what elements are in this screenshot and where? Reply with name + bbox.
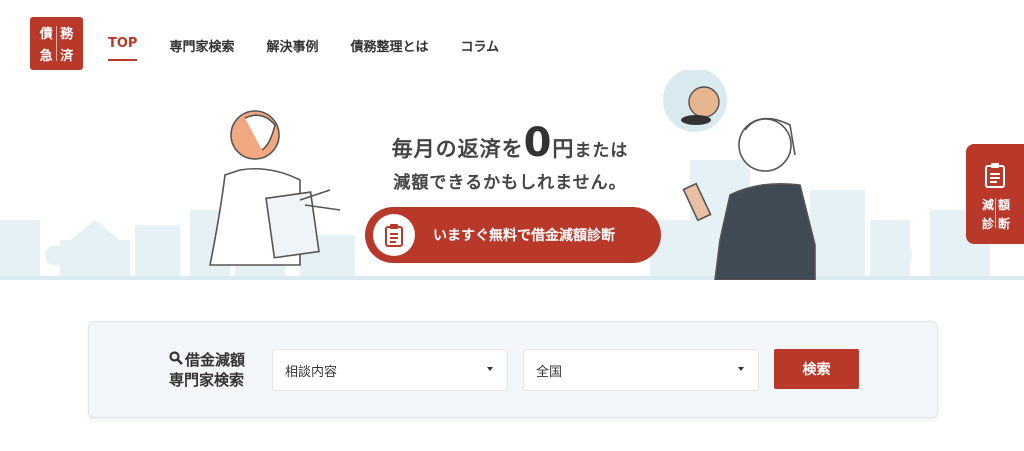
region-select[interactable]: 全国 bbox=[523, 349, 759, 391]
headline-line-1: 毎月の返済を0円または bbox=[391, 120, 629, 166]
cta-label: いますぐ無料で借金減額診断 bbox=[433, 228, 615, 244]
logo-char: 急 bbox=[39, 49, 53, 65]
dropdown-arrow-icon bbox=[738, 367, 744, 371]
side-diagnosis-tab[interactable]: 減 額 診 断 bbox=[966, 144, 1024, 244]
search-button[interactable]: 検索 bbox=[774, 349, 859, 389]
consultation-type-select[interactable]: 相談内容 bbox=[272, 349, 508, 391]
nav-item-column[interactable]: コラム bbox=[461, 36, 500, 55]
hero-section: 毎月の返済を0円または 減額できるかもしれません。 いますぐ無料で借金減額診断 bbox=[0, 70, 1024, 280]
nav-item-case-studies[interactable]: 解決事例 bbox=[266, 36, 318, 55]
nav-item-expert-search[interactable]: 専門家検索 bbox=[169, 36, 234, 55]
main-nav: TOP 専門家検索 解決事例 債務整理とは コラム bbox=[108, 36, 500, 61]
expert-search-panel: 借金減額 専門家検索 相談内容 全国 検索 bbox=[88, 321, 938, 418]
clipboard-icon bbox=[984, 162, 1006, 192]
headline-zero: 0 bbox=[523, 120, 553, 166]
headline-line-2: 減額できるかもしれません。 bbox=[393, 173, 627, 193]
hero-headline: 毎月の返済を0円または 減額できるかもしれません。 bbox=[320, 120, 700, 193]
dropdown-arrow-icon bbox=[487, 367, 493, 371]
logo-divider bbox=[56, 26, 57, 61]
clipboard-icon bbox=[373, 214, 415, 256]
free-diagnosis-button[interactable]: いますぐ無料で借金減額診断 bbox=[365, 207, 661, 263]
logo-char: 債 bbox=[39, 26, 53, 42]
nav-item-top[interactable]: TOP bbox=[108, 36, 138, 61]
side-tab-label: 減 額 診 断 bbox=[981, 198, 1010, 231]
site-logo[interactable]: 債 務 急 済 bbox=[30, 17, 83, 70]
search-icon bbox=[169, 350, 183, 370]
search-panel-title: 借金減額 専門家検索 bbox=[169, 350, 246, 389]
logo-char: 済 bbox=[60, 49, 74, 65]
site-header: 債 務 急 済 TOP 専門家検索 解決事例 債務整理とは コラム bbox=[0, 0, 1024, 80]
logo-char: 務 bbox=[60, 26, 74, 42]
nav-item-debt-consolidation[interactable]: 債務整理とは bbox=[350, 36, 428, 55]
